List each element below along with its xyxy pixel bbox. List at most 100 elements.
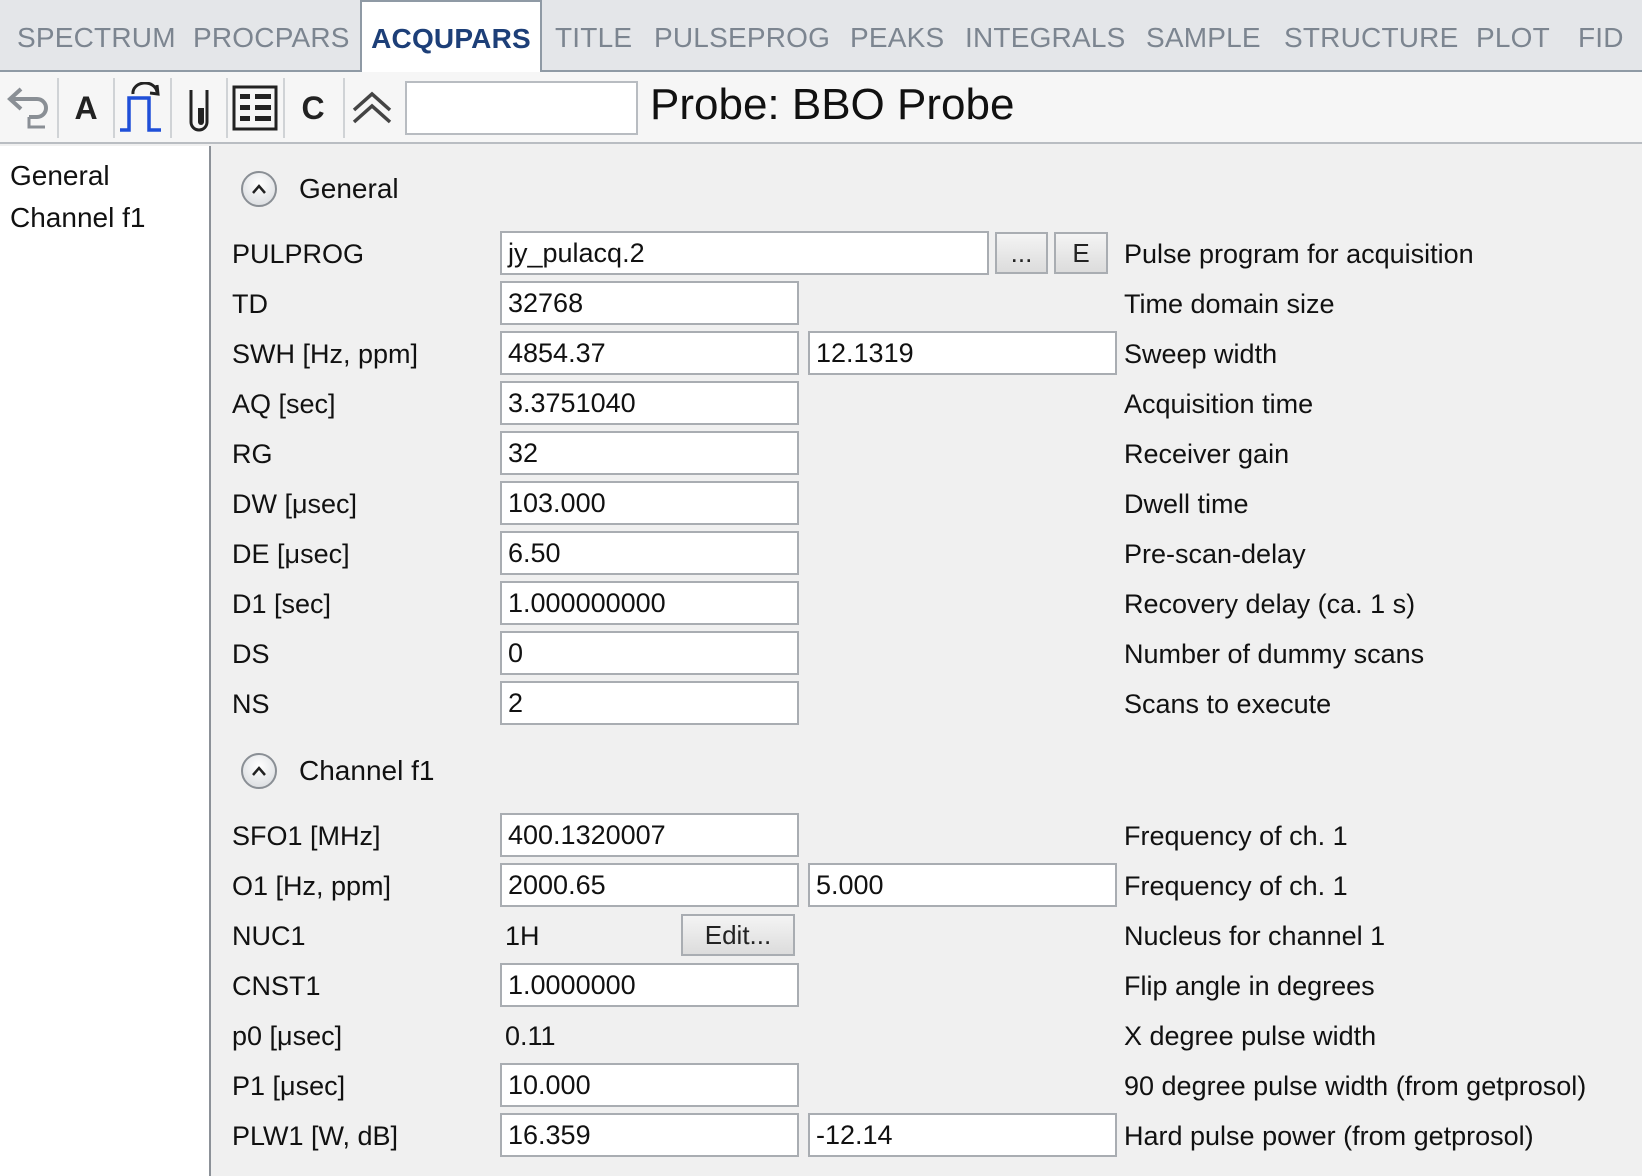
collapse-all-icon: [352, 91, 392, 124]
tab-plot[interactable]: PLOT: [1476, 0, 1550, 72]
ds-field[interactable]: 0: [500, 631, 799, 675]
nuc1-edit-button[interactable]: Edit...: [681, 914, 795, 956]
dw-label: DW [μsec]: [232, 489, 358, 519]
c-label: C: [301, 89, 325, 126]
o1-label: O1 [Hz, ppm]: [232, 871, 392, 901]
tab-procpars[interactable]: PROCPARS: [193, 0, 350, 72]
dw-description: Dwell time: [1124, 489, 1249, 519]
plw1-label: PLW1 [W, dB]: [232, 1121, 399, 1151]
tab-integrals[interactable]: INTEGRALS: [965, 0, 1126, 72]
tab-sample[interactable]: SAMPLE: [1146, 0, 1261, 72]
tab-pulseprog[interactable]: PULSEPROG: [654, 0, 830, 72]
collapse-all-button[interactable]: [346, 82, 398, 134]
p1-field[interactable]: 10.000: [500, 1063, 799, 1107]
toolbar-separator: [343, 78, 345, 138]
d1-label: D1 [sec]: [232, 589, 332, 619]
dw-field[interactable]: 103.000: [500, 481, 799, 525]
rg-description: Receiver gain: [1124, 439, 1290, 469]
tab-peaks[interactable]: PEAKS: [850, 0, 944, 72]
cnst1-label: CNST1: [232, 971, 321, 1001]
toolbar-separator: [226, 78, 228, 138]
ns-label: NS: [232, 689, 270, 719]
auto-button[interactable]: A: [60, 82, 112, 134]
p0-value: 0.11: [505, 1021, 556, 1051]
toolbar-separator: [283, 78, 285, 138]
d1-description: Recovery delay (ca. 1 s): [1124, 589, 1416, 619]
tab-structure[interactable]: STRUCTURE: [1284, 0, 1458, 72]
search-input[interactable]: [405, 81, 638, 135]
chevron-up-icon: [252, 184, 266, 194]
section-title: General: [299, 173, 399, 204]
de-field[interactable]: 6.50: [500, 531, 799, 575]
plw1-db-field[interactable]: -12.14: [808, 1113, 1117, 1157]
d1-field[interactable]: 1.000000000: [500, 581, 799, 625]
ds-description: Number of dummy scans: [1124, 639, 1425, 669]
chevron-up-icon: [252, 766, 266, 776]
sfo1-field[interactable]: 400.1320007: [500, 813, 799, 857]
aq-description: Acquisition time: [1124, 389, 1314, 419]
collapse-channel-f1-button[interactable]: [241, 753, 277, 789]
section-title: Channel f1: [299, 755, 435, 786]
pulprog-label: PULPROG: [232, 239, 365, 269]
collapse-general-button[interactable]: [241, 171, 277, 207]
toolbar-separator: [170, 78, 172, 138]
parameters-button[interactable]: [229, 82, 281, 134]
parameter-panel: General PULPROG jy_pulacq.2 ... E Pulse …: [211, 146, 1642, 1176]
toolbar-separator: [57, 78, 59, 138]
swh-label: SWH [Hz, ppm]: [232, 339, 419, 369]
pulse-program-button[interactable]: [116, 82, 168, 134]
sidebar-item-general[interactable]: General: [10, 160, 110, 192]
tab-title[interactable]: TITLE: [555, 0, 632, 72]
o1-description: Frequency of ch. 1: [1124, 871, 1348, 901]
c-button[interactable]: C: [287, 82, 339, 134]
cnst1-field[interactable]: 1.0000000: [500, 963, 799, 1007]
de-description: Pre-scan-delay: [1124, 539, 1306, 569]
sidebar: General Channel f1: [0, 146, 211, 1176]
nuc1-description: Nucleus for channel 1: [1124, 921, 1386, 951]
plw1-w-field[interactable]: 16.359: [500, 1113, 799, 1157]
tab-spectrum[interactable]: SPECTRUM: [17, 0, 176, 72]
cnst1-description: Flip angle in degrees: [1124, 971, 1375, 1001]
plw1-description: Hard pulse power (from getprosol): [1124, 1121, 1534, 1151]
tab-acqupars[interactable]: ACQUPARS: [360, 0, 542, 73]
sample-tube-icon: [189, 90, 209, 132]
p0-description: X degree pulse width: [1124, 1021, 1377, 1051]
rg-field[interactable]: 32: [500, 431, 799, 475]
swh-hz-field[interactable]: 4854.37: [500, 331, 799, 375]
pulprog-field[interactable]: jy_pulacq.2: [500, 231, 989, 275]
section-general-header: General: [241, 171, 399, 207]
sidebar-item-channel-f1[interactable]: Channel f1: [10, 202, 145, 234]
o1-ppm-field[interactable]: 5.000: [808, 863, 1117, 907]
tab-fid[interactable]: FID: [1578, 0, 1624, 72]
toolbar-separator: [113, 78, 115, 138]
aq-field[interactable]: 3.3751040: [500, 381, 799, 425]
sfo1-label: SFO1 [MHz]: [232, 821, 381, 851]
sample-button[interactable]: [173, 82, 225, 134]
toolbar: A C Probe: BBO Probe: [0, 72, 1642, 144]
pulprog-description: Pulse program for acquisition: [1124, 239, 1474, 269]
td-description: Time domain size: [1124, 289, 1335, 319]
a-label: A: [74, 89, 98, 126]
nuc1-value: 1H: [505, 921, 540, 951]
swh-description: Sweep width: [1124, 339, 1278, 369]
section-channel-f1-header: Channel f1: [241, 753, 434, 789]
o1-hz-field[interactable]: 2000.65: [500, 863, 799, 907]
p0-label: p0 [μsec]: [232, 1021, 343, 1051]
nuc1-label: NUC1: [232, 921, 306, 951]
ns-field[interactable]: 2: [500, 681, 799, 725]
pulprog-browse-button[interactable]: ...: [995, 232, 1048, 274]
p1-description: 90 degree pulse width (from getprosol): [1124, 1071, 1587, 1101]
undo-icon: [7, 87, 48, 129]
td-label: TD: [232, 289, 268, 319]
aq-label: AQ [sec]: [232, 389, 336, 419]
p1-label: P1 [μsec]: [232, 1071, 346, 1101]
swh-ppm-field[interactable]: 12.1319: [808, 331, 1117, 375]
ns-description: Scans to execute: [1124, 689, 1332, 719]
ds-label: DS: [232, 639, 270, 669]
probe-label: Probe: BBO Probe: [650, 80, 1015, 129]
undo-button[interactable]: [2, 82, 54, 134]
de-label: DE [μsec]: [232, 539, 350, 569]
pulprog-edit-button[interactable]: E: [1054, 232, 1108, 274]
td-field[interactable]: 32768: [500, 281, 799, 325]
parameter-grid-icon: [232, 85, 278, 131]
